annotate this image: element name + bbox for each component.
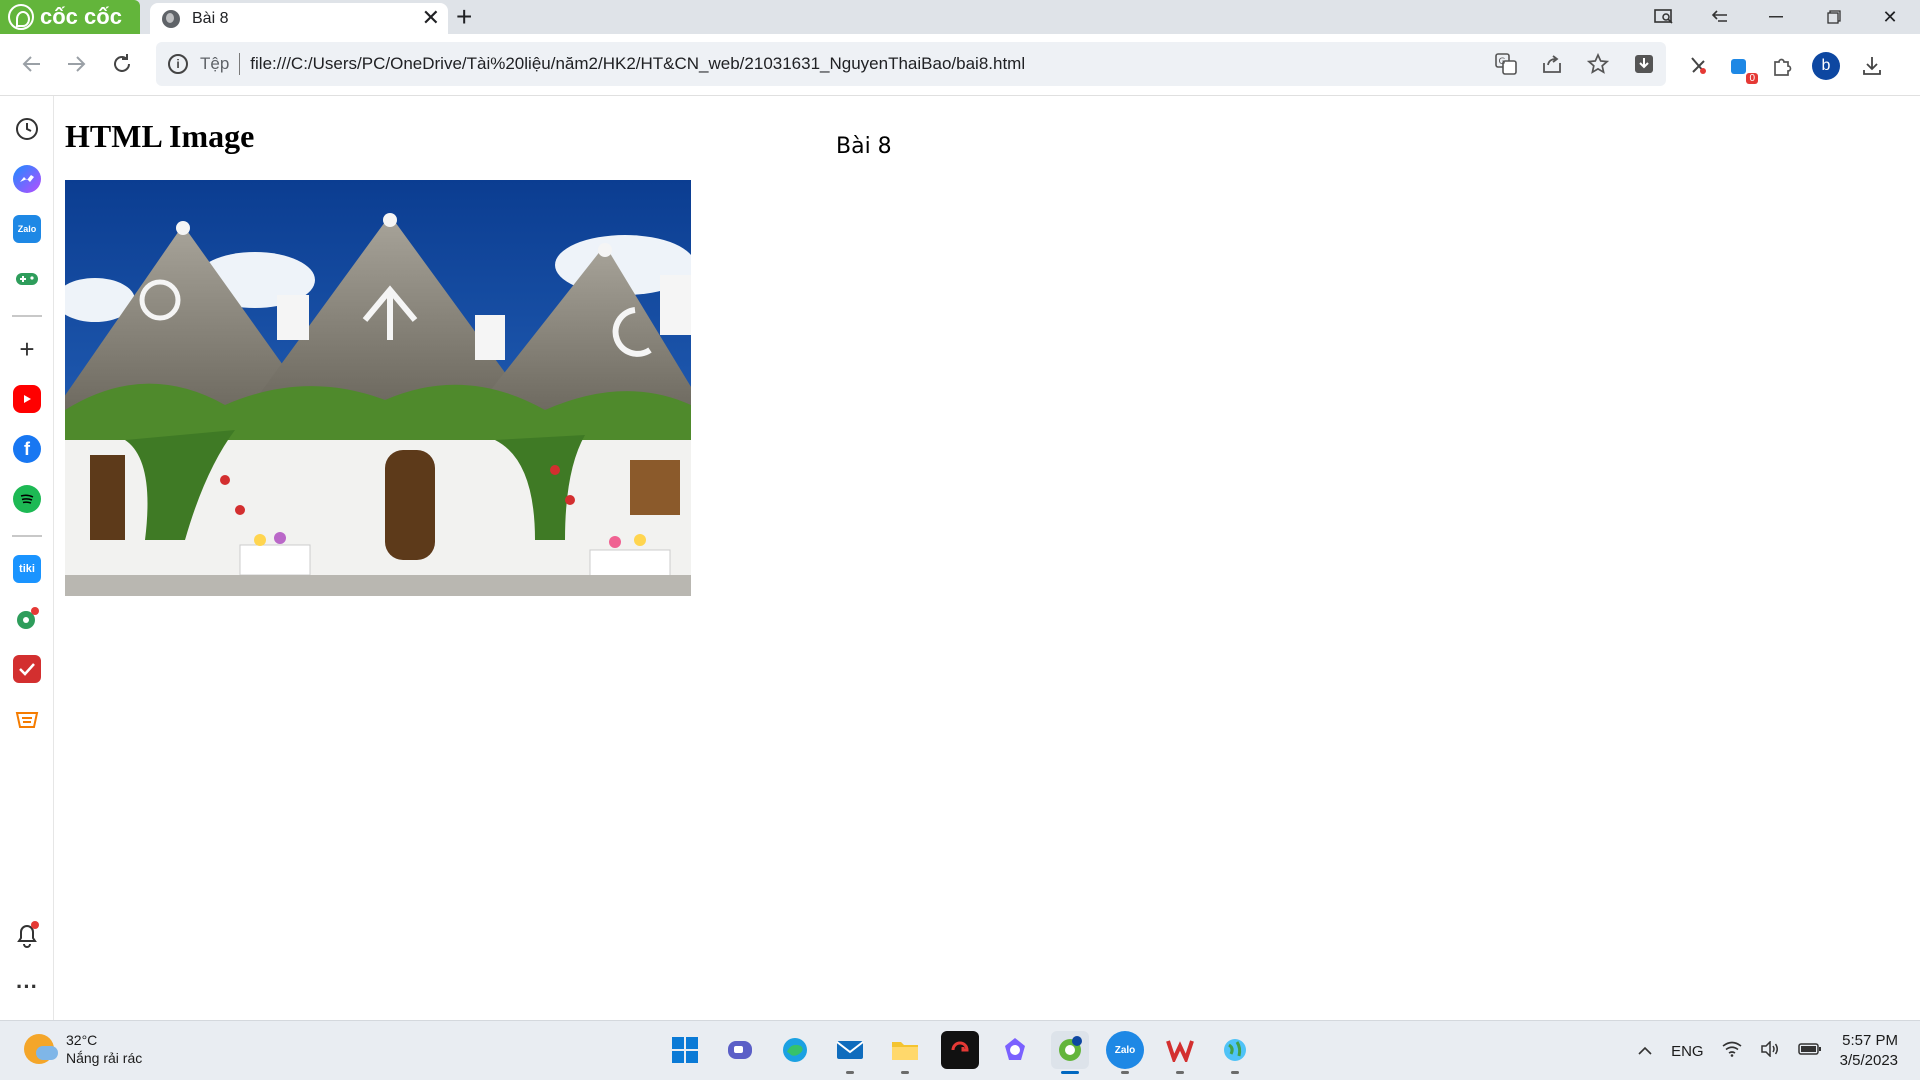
- sidebar-divider: [12, 315, 42, 317]
- teams-chat-icon[interactable]: [721, 1031, 759, 1069]
- sidebar: Zalo + f tiki ···: [0, 96, 54, 1020]
- share-icon[interactable]: [1540, 52, 1564, 76]
- spotify-icon[interactable]: [13, 485, 41, 513]
- taskbar-apps: Zalo: [666, 1031, 1254, 1074]
- battery-icon[interactable]: [1797, 1042, 1822, 1060]
- translate-icon[interactable]: G: [1494, 52, 1518, 76]
- messenger-icon[interactable]: [13, 165, 41, 193]
- back-button[interactable]: [14, 46, 50, 82]
- address-bar[interactable]: i Tệp file:///C:/Users/PC/OneDrive/Tài%2…: [156, 42, 1666, 86]
- edge-icon[interactable]: [776, 1031, 814, 1069]
- address-bar-actions: G: [1494, 42, 1656, 86]
- forward-button[interactable]: [58, 46, 94, 82]
- active-indicator: [1061, 1071, 1079, 1074]
- running-indicator: [1176, 1071, 1184, 1074]
- copilot-icon[interactable]: [996, 1031, 1034, 1069]
- running-indicator: [1121, 1071, 1129, 1074]
- extension-tools: 0 b: [1686, 48, 1884, 84]
- zalo-icon[interactable]: Zalo: [13, 215, 41, 243]
- tab-active[interactable]: Bài 8 ✕: [150, 3, 448, 34]
- wps-office-icon[interactable]: [1161, 1031, 1199, 1074]
- garena-icon[interactable]: [941, 1031, 979, 1069]
- partly-sunny-icon: [24, 1034, 58, 1064]
- volume-icon[interactable]: [1760, 1040, 1780, 1061]
- tab-title: Bài 8: [192, 9, 229, 27]
- save-page-icon[interactable]: [1632, 52, 1656, 76]
- extension-badge: 0: [1746, 73, 1758, 84]
- coccoc-menu-button[interactable]: cốc cốc: [0, 0, 140, 34]
- scheme-label: Tệp: [200, 54, 230, 73]
- running-indicator: [846, 1071, 854, 1074]
- extensions-puzzle-icon[interactable]: [1770, 54, 1794, 78]
- tab-search-icon[interactable]: [1636, 0, 1692, 34]
- coccoc-taskbar-icon[interactable]: [1051, 1031, 1089, 1074]
- page-title-text: Bài 8: [836, 134, 892, 159]
- toolbar: i Tệp file:///C:/Users/PC/OneDrive/Tài%2…: [0, 34, 1920, 96]
- adblock-icon[interactable]: [1686, 54, 1710, 78]
- language-indicator[interactable]: ENG: [1671, 1043, 1704, 1060]
- globe-app-icon[interactable]: [1216, 1031, 1254, 1074]
- history-icon[interactable]: [13, 115, 41, 143]
- page-content: HTML Image Bài 8: [55, 96, 1920, 1020]
- trulli-photo: [65, 180, 691, 596]
- browser-window: cốc cốc Bài 8 ✕ + ✕ i Tệp file:///C:/Use…: [0, 0, 1920, 1080]
- clock[interactable]: 5:57 PM 3/5/2023: [1840, 1031, 1898, 1071]
- site-info-icon[interactable]: i: [168, 54, 188, 74]
- close-tab-icon[interactable]: ✕: [422, 6, 440, 30]
- bookmark-star-icon[interactable]: [1586, 52, 1610, 76]
- mail-icon[interactable]: [831, 1031, 869, 1074]
- clock-date: 3/5/2023: [1839, 1052, 1898, 1069]
- system-tray: ENG 5:57 PM 3/5/2023: [1637, 1021, 1898, 1080]
- notifications-bell-icon[interactable]: [13, 921, 41, 949]
- profile-avatar[interactable]: b: [1812, 52, 1840, 80]
- new-tab-button[interactable]: +: [456, 2, 472, 32]
- minimize-button[interactable]: [1748, 0, 1804, 34]
- coccoc-logo-icon: [8, 4, 34, 30]
- add-app-icon[interactable]: +: [13, 334, 41, 364]
- wifi-icon[interactable]: [1722, 1041, 1742, 1061]
- sidebar-divider-2: [12, 535, 42, 537]
- separator: [239, 53, 241, 75]
- zalo-taskbar-icon[interactable]: Zalo: [1106, 1031, 1144, 1074]
- running-indicator: [901, 1071, 909, 1074]
- facebook-icon[interactable]: f: [13, 435, 41, 463]
- back-arrows-icon[interactable]: [1692, 0, 1748, 34]
- football-icon[interactable]: [13, 605, 41, 633]
- page-heading: HTML Image: [65, 118, 255, 154]
- taskbar: 32°C Nắng rải rác Zalo ENG 5:57 PM 3/5/2…: [0, 1020, 1920, 1080]
- weather-widget[interactable]: 32°C Nắng rải rác: [24, 1031, 142, 1067]
- shopping-basket-icon[interactable]: [13, 705, 41, 733]
- close-window-button[interactable]: ✕: [1862, 0, 1918, 34]
- globe-icon: [162, 9, 180, 28]
- weather-temp: 32°C: [66, 1032, 98, 1048]
- reload-button[interactable]: [104, 46, 140, 82]
- brand-label: cốc cốc: [40, 4, 122, 29]
- running-indicator: [1231, 1071, 1239, 1074]
- chevron-up-icon[interactable]: [1637, 1043, 1653, 1060]
- clock-time: 5:57 PM: [1842, 1032, 1898, 1049]
- weather-desc: Nắng rải rác: [66, 1050, 143, 1066]
- file-explorer-icon[interactable]: [886, 1031, 924, 1074]
- svg-text:G: G: [1499, 57, 1506, 67]
- todo-check-icon[interactable]: [13, 655, 41, 683]
- more-options-icon[interactable]: ···: [13, 973, 41, 1001]
- restore-button[interactable]: [1806, 0, 1862, 34]
- url-text[interactable]: file:///C:/Users/PC/OneDrive/Tài%20liệu/…: [250, 54, 1025, 74]
- downloads-icon[interactable]: [1860, 54, 1884, 78]
- youtube-icon[interactable]: [13, 385, 41, 413]
- tiki-icon[interactable]: tiki: [13, 555, 41, 583]
- notifier-extension-icon[interactable]: 0: [1728, 54, 1758, 84]
- windows-start-icon[interactable]: [666, 1031, 704, 1069]
- game-controller-icon[interactable]: [13, 265, 41, 293]
- tab-strip: cốc cốc Bài 8 ✕ + ✕: [0, 0, 1920, 34]
